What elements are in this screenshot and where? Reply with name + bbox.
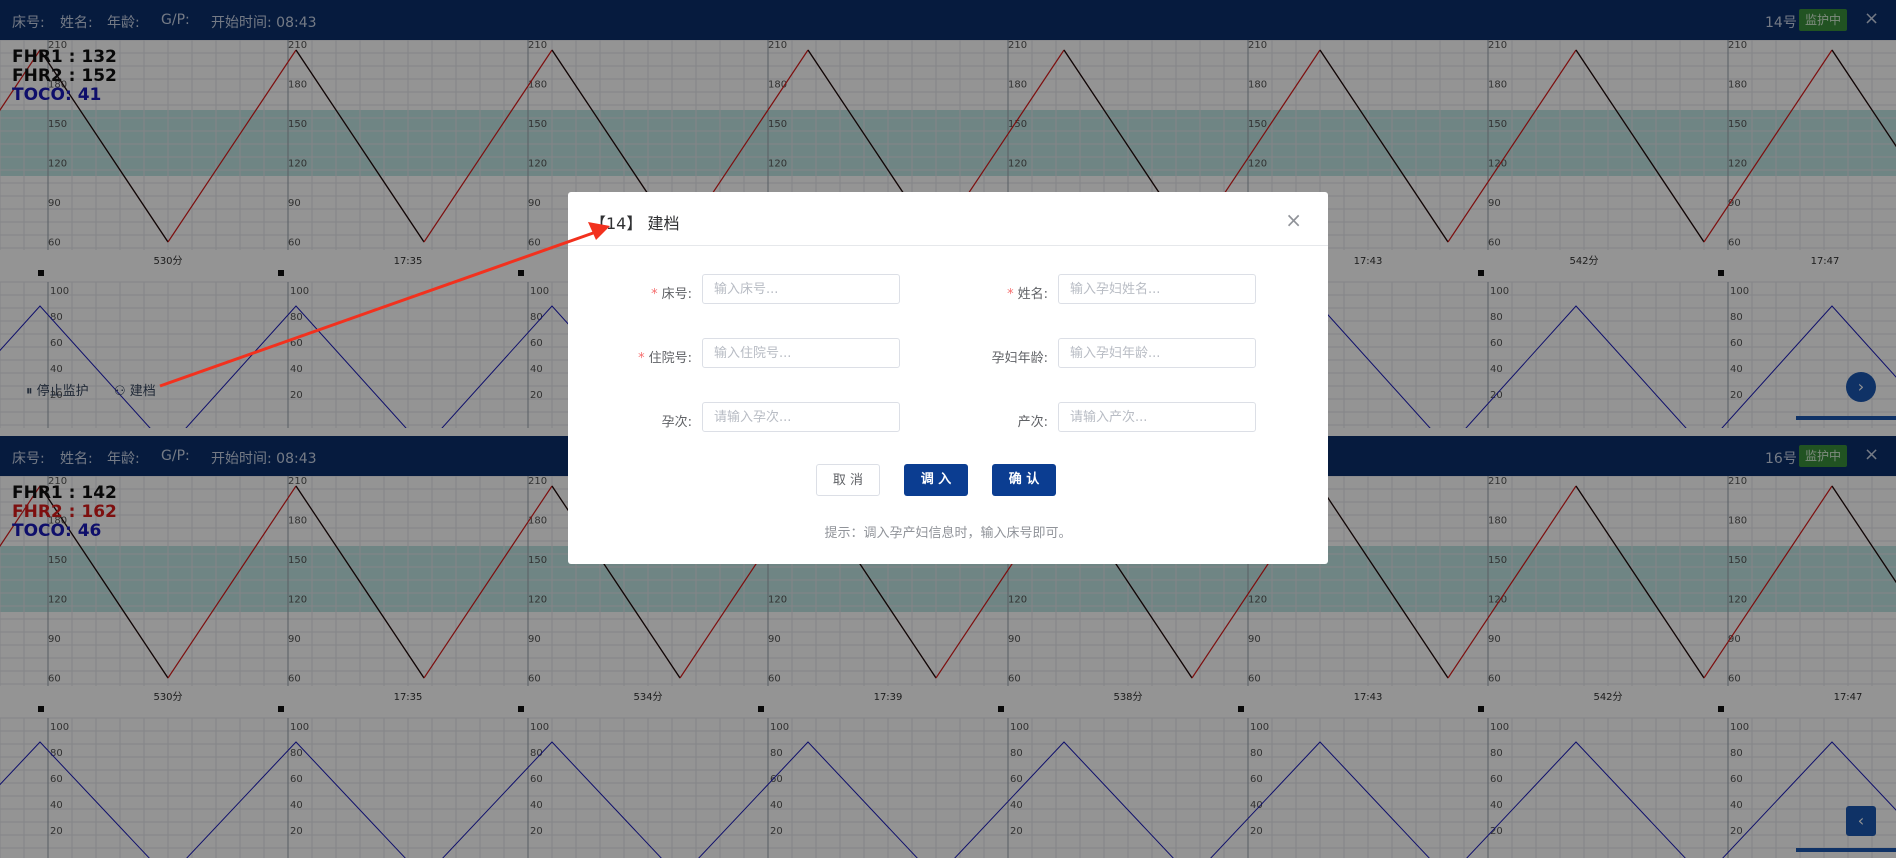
arrow-line [159, 230, 597, 388]
annotation-arrow [159, 222, 610, 388]
arrow-head [588, 222, 610, 240]
